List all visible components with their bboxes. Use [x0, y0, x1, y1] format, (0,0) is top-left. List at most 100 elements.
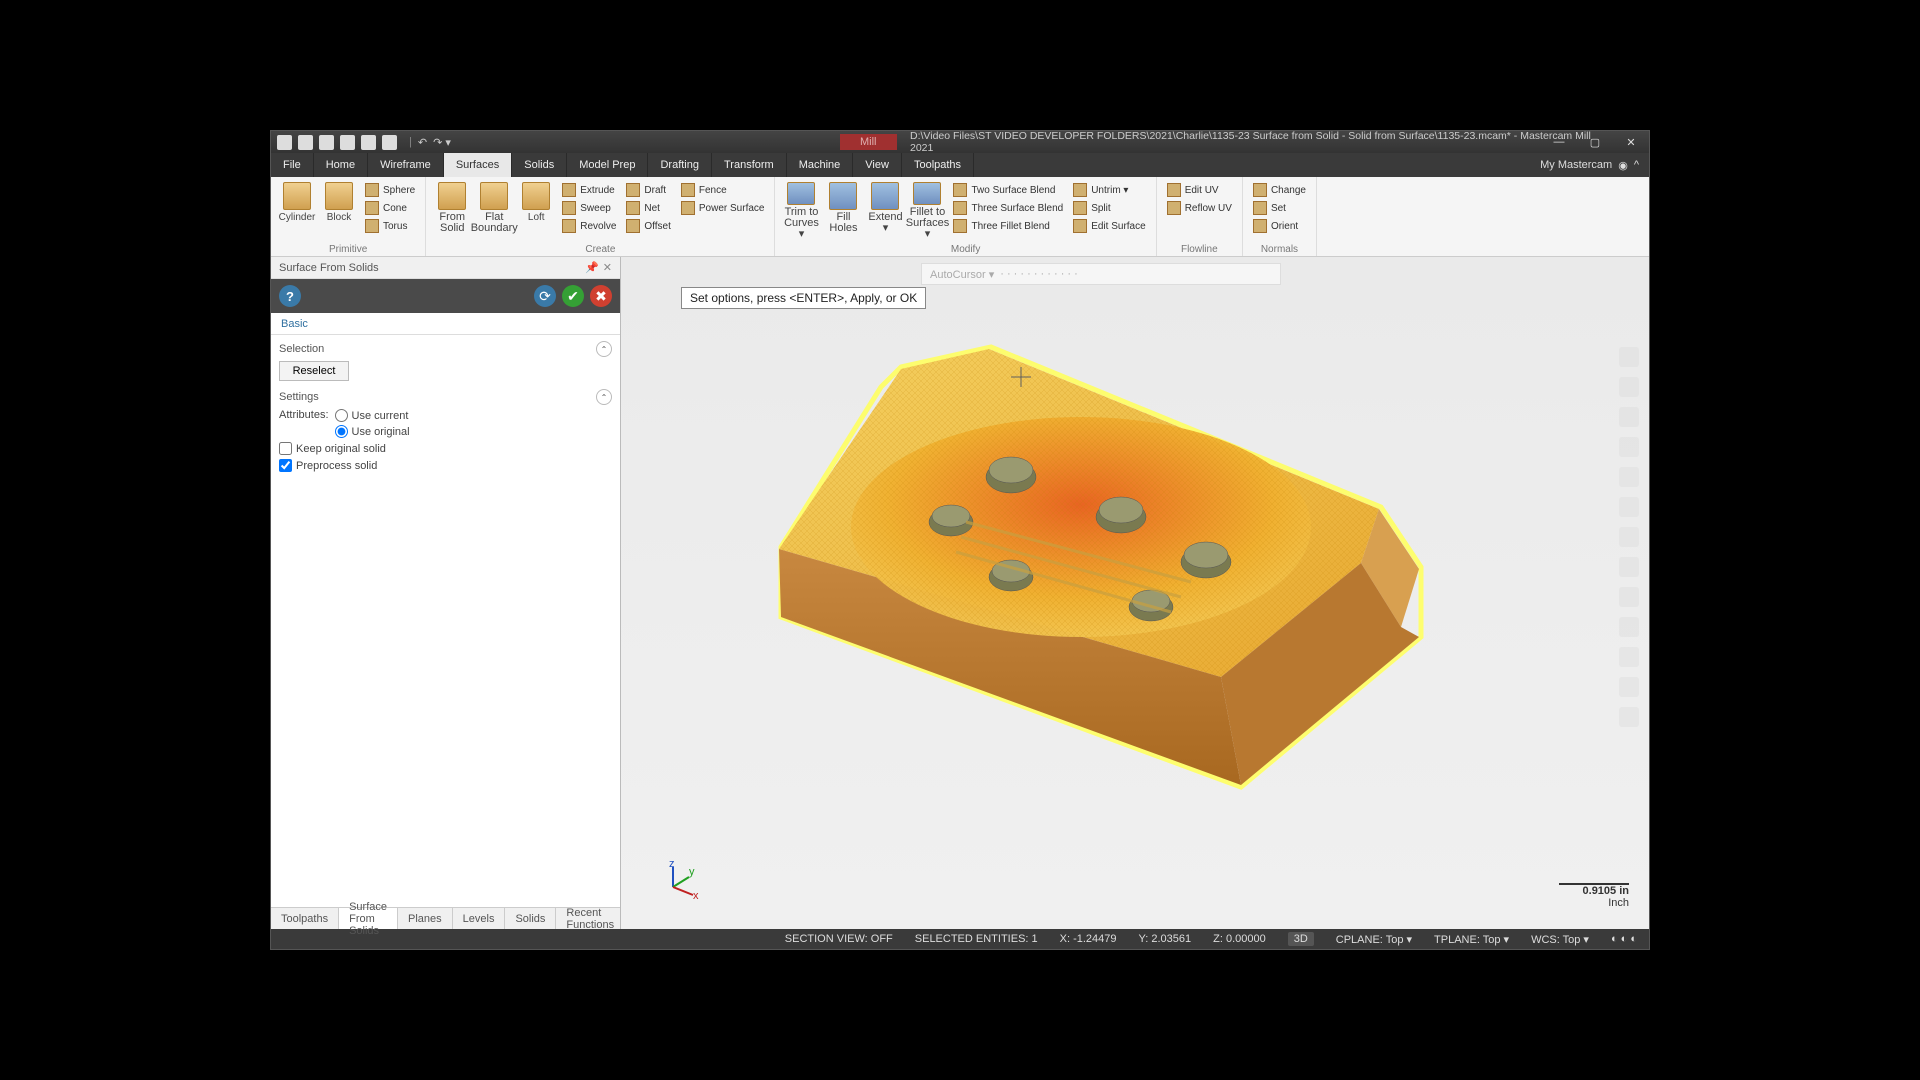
two-surface-blend-button[interactable]: Two Surface Blend: [949, 182, 1067, 198]
trim-to-curves-button[interactable]: Trim toCurves ▾: [781, 180, 821, 240]
extend-button[interactable]: Extend▾: [865, 180, 905, 240]
fill-holes-button[interactable]: FillHoles: [823, 180, 863, 240]
rotate-icon[interactable]: [1619, 437, 1639, 457]
three-fillet-blend-button[interactable]: Three Fillet Blend: [949, 218, 1067, 234]
bottom-tab-planes[interactable]: Planes: [398, 908, 453, 929]
use-current-radio[interactable]: Use current: [335, 409, 410, 422]
flat-boundary-button[interactable]: FlatBoundary: [474, 180, 514, 240]
fit-icon[interactable]: [1619, 407, 1639, 427]
pin-icon[interactable]: 📌: [585, 261, 599, 274]
basic-tab[interactable]: Basic: [271, 313, 620, 335]
wireframe-icon[interactable]: [1619, 557, 1639, 577]
cylinder-button[interactable]: Cylinder: [277, 180, 317, 240]
net-button[interactable]: Net: [622, 200, 675, 216]
tab-home[interactable]: Home: [314, 153, 368, 177]
bottom-tab-solids[interactable]: Solids: [505, 908, 556, 929]
stop-icon[interactable]: [1619, 707, 1639, 727]
close-button[interactable]: ✕: [1613, 131, 1649, 153]
sweep-button[interactable]: Sweep: [558, 200, 620, 216]
tab-drafting[interactable]: Drafting: [648, 153, 712, 177]
keep-original-checkbox[interactable]: Keep original solid: [279, 442, 612, 455]
print-icon[interactable]: [340, 135, 355, 150]
collapse-icon[interactable]: ⌃: [596, 389, 612, 405]
tplane-status[interactable]: TPLANE: Top ▾: [1434, 933, 1509, 946]
tab-surfaces[interactable]: Surfaces: [444, 153, 512, 177]
collapse-icon[interactable]: ⌃: [596, 341, 612, 357]
view-icon[interactable]: [1619, 497, 1639, 517]
offset-button[interactable]: Offset: [622, 218, 675, 234]
tab-view[interactable]: View: [853, 153, 902, 177]
tab-transform[interactable]: Transform: [712, 153, 787, 177]
extrude-button[interactable]: Extrude: [558, 182, 620, 198]
selection-toolbar[interactable]: AutoCursor ▾ · · · · · · · · · · · ·: [921, 263, 1281, 285]
zoom-in-icon[interactable]: [1619, 347, 1639, 367]
cancel-button[interactable]: ✖: [590, 285, 612, 307]
two-blend-icon: [953, 183, 967, 197]
edit-uv-button[interactable]: Edit UV: [1163, 182, 1236, 198]
tab-model-prep[interactable]: Model Prep: [567, 153, 648, 177]
clipboard-icon[interactable]: [361, 135, 376, 150]
help-button[interactable]: ?: [279, 285, 301, 307]
tab-solids[interactable]: Solids: [512, 153, 567, 177]
change-button[interactable]: Change: [1249, 182, 1310, 198]
panel-close-icon[interactable]: ✕: [603, 261, 612, 274]
split-button[interactable]: Split: [1069, 200, 1149, 216]
qat-more-icon[interactable]: [382, 135, 397, 150]
block-icon: [325, 182, 353, 210]
torus-button[interactable]: Torus: [361, 218, 419, 234]
edit-surface-button[interactable]: Edit Surface: [1069, 218, 1149, 234]
wcs-status[interactable]: WCS: Top ▾: [1531, 933, 1589, 946]
untrim-button[interactable]: Untrim ▾: [1069, 182, 1149, 198]
my-mastercam[interactable]: My Mastercam◉^: [1530, 153, 1649, 177]
bottom-tab-surface-from-solids[interactable]: Surface From Solids: [339, 908, 398, 929]
cplane-status[interactable]: CPLANE: Top ▾: [1336, 933, 1412, 946]
context-tab-mill[interactable]: Mill: [840, 134, 897, 150]
status-icons[interactable]: ◐ ◐ ◐: [1611, 933, 1637, 945]
hidden-icon[interactable]: [1619, 587, 1639, 607]
cone-button[interactable]: Cone: [361, 200, 419, 216]
section-view-status[interactable]: SECTION VIEW: OFF: [785, 933, 893, 945]
save-as-icon[interactable]: [319, 135, 334, 150]
fillet-to-surfaces-button[interactable]: Fillet toSurfaces ▾: [907, 180, 947, 240]
redo-icon[interactable]: ↷ ▾: [433, 136, 451, 149]
reflow-uv-button[interactable]: Reflow UV: [1163, 200, 1236, 216]
set-button[interactable]: Set: [1249, 200, 1310, 216]
section-icon[interactable]: [1619, 617, 1639, 637]
preprocess-checkbox[interactable]: Preprocess solid: [279, 459, 612, 472]
collapse-ribbon-icon[interactable]: ^: [1634, 159, 1639, 171]
bottom-tab-recent[interactable]: Recent Functions: [556, 908, 625, 929]
mode-3d[interactable]: 3D: [1288, 932, 1314, 946]
graphics-viewport[interactable]: AutoCursor ▾ · · · · · · · · · · · · Set…: [621, 257, 1649, 929]
three-surface-blend-button[interactable]: Three Surface Blend: [949, 200, 1067, 216]
new-file-icon[interactable]: [277, 135, 292, 150]
autocursor-dropdown[interactable]: AutoCursor ▾: [930, 268, 994, 281]
revolve-button[interactable]: Revolve: [558, 218, 620, 234]
ok-button[interactable]: ✔: [562, 285, 584, 307]
fence-button[interactable]: Fence: [677, 182, 769, 198]
translucent-icon[interactable]: [1619, 647, 1639, 667]
use-original-radio[interactable]: Use original: [335, 425, 410, 438]
shade-icon[interactable]: [1619, 527, 1639, 547]
orient-button[interactable]: Orient: [1249, 218, 1310, 234]
power-surface-button[interactable]: Power Surface: [677, 200, 769, 216]
sphere-button[interactable]: Sphere: [361, 182, 419, 198]
undo-icon[interactable]: ↶: [418, 136, 427, 149]
block-button[interactable]: Block: [319, 180, 359, 240]
zoom-window-icon[interactable]: [1619, 377, 1639, 397]
bottom-tab-toolpaths[interactable]: Toolpaths: [271, 908, 339, 929]
svg-text:y: y: [689, 866, 695, 878]
loft-button[interactable]: Loft: [516, 180, 556, 240]
from-solid-button[interactable]: FromSolid: [432, 180, 472, 240]
save-icon[interactable]: [298, 135, 313, 150]
draft-button[interactable]: Draft: [622, 182, 675, 198]
ok-new-button[interactable]: ⟳: [534, 285, 556, 307]
tab-file[interactable]: File: [271, 153, 314, 177]
pan-icon[interactable]: [1619, 467, 1639, 487]
material-icon[interactable]: [1619, 677, 1639, 697]
tab-wireframe[interactable]: Wireframe: [368, 153, 444, 177]
reselect-button[interactable]: Reselect: [279, 361, 349, 381]
net-icon: [626, 201, 640, 215]
tab-toolpaths[interactable]: Toolpaths: [902, 153, 974, 177]
bottom-tab-levels[interactable]: Levels: [453, 908, 506, 929]
tab-machine[interactable]: Machine: [787, 153, 854, 177]
